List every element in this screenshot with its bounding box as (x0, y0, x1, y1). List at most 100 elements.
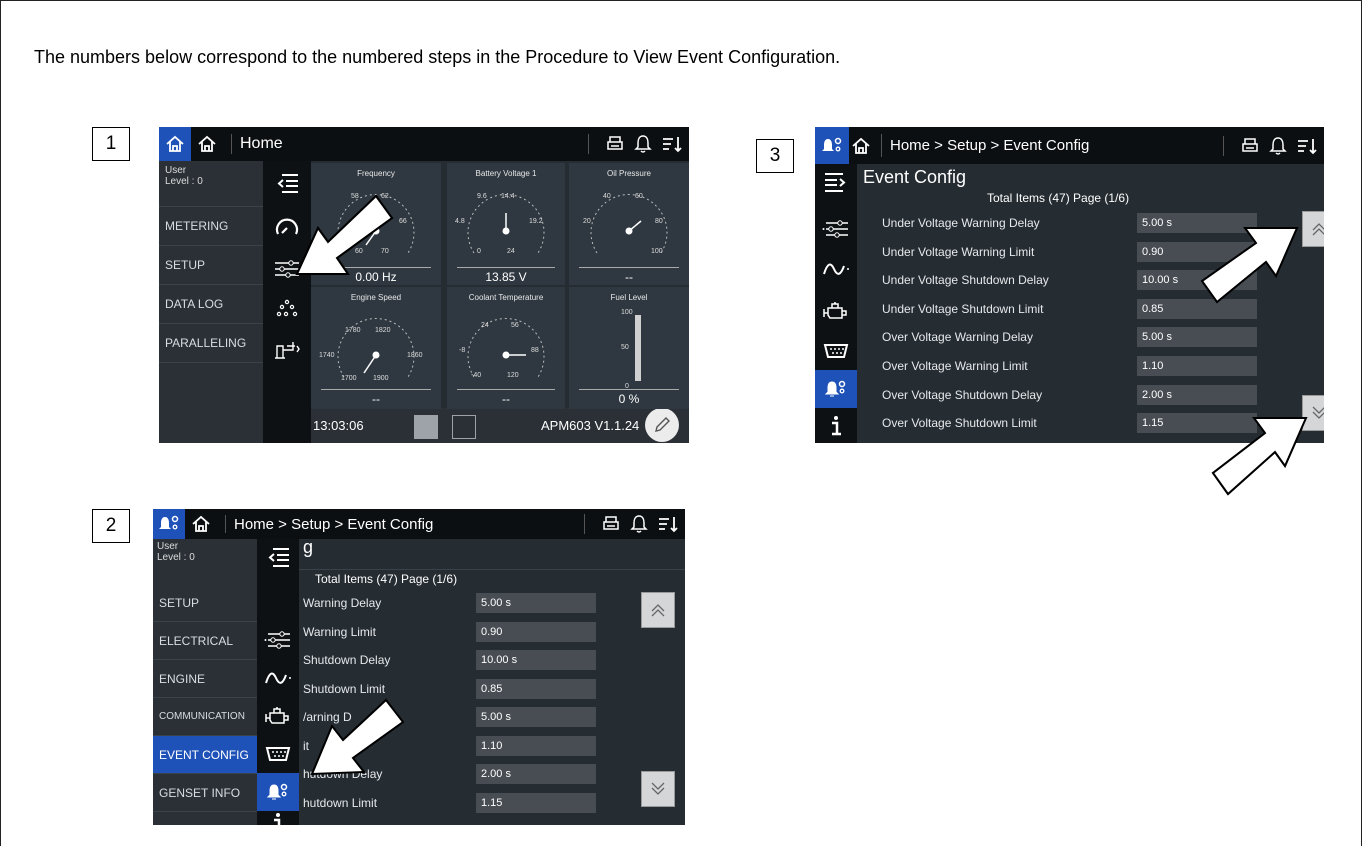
bell-icon[interactable] (629, 514, 649, 534)
divider (588, 134, 589, 154)
divider (231, 133, 232, 155)
engine-icon[interactable] (257, 697, 299, 735)
icon-column (815, 164, 857, 443)
menu-item-data-log[interactable]: DATA LOG (159, 285, 263, 324)
event-row-value[interactable]: 0.90 (1137, 241, 1257, 262)
side-menu: User Level : 0 SETUP ELECTRICAL ENGINE C… (153, 539, 257, 825)
printer-icon[interactable] (1240, 136, 1260, 156)
gauge-tick-label: 1860 (407, 352, 423, 359)
gauge-tick-label: 100 (651, 248, 663, 255)
event-row-value[interactable]: 5.00 s (1137, 327, 1257, 348)
menu-item-event-config[interactable]: EVENT CONFIG (153, 736, 257, 774)
home-icon[interactable] (185, 509, 217, 539)
info-icon[interactable] (257, 811, 299, 825)
menu-item-engine[interactable]: ENGINE (153, 660, 257, 698)
event-row-value[interactable]: 1.15 (476, 792, 596, 813)
menu-item-setup[interactable]: SETUP (159, 246, 263, 285)
engine-icon[interactable] (815, 292, 857, 330)
collapse-menu-icon[interactable] (263, 165, 311, 201)
home-icon-active[interactable] (159, 127, 191, 161)
gauge-oil-pressure[interactable]: Oil Pressure 40 60 20 80 100 -- (569, 163, 689, 285)
event-row-value[interactable]: 0.85 (1137, 298, 1257, 319)
communication-port-icon[interactable] (257, 735, 299, 773)
event-row-value[interactable]: 2.00 s (476, 764, 596, 784)
event-row-value[interactable]: 0.85 (476, 678, 596, 699)
electrical-wave-icon[interactable] (815, 250, 857, 288)
gauge-value: -- (457, 389, 555, 406)
setup-sliders-icon[interactable] (257, 621, 299, 659)
pencil-icon[interactable] (645, 408, 679, 442)
info-icon[interactable] (815, 410, 857, 442)
event-row-label: hutdown Delay (303, 767, 383, 781)
event-row-value[interactable]: 1.10 (476, 735, 596, 756)
gauge-title: Engine Speed (350, 293, 402, 302)
gauge-tick-label: 19.2 (529, 218, 543, 225)
gauge-engine-speed[interactable]: Engine Speed 1780 1820 1740 1860 1700 1900 -- (311, 287, 441, 409)
scroll-down-button[interactable] (641, 771, 675, 807)
paralleling-icon[interactable] (263, 329, 311, 369)
scroll-up-button[interactable] (641, 592, 675, 628)
home-icon[interactable] (849, 127, 873, 164)
gauge-tick-label: 70 (381, 248, 389, 255)
event-row-value[interactable]: 0.90 (476, 621, 596, 642)
event-row-label: Over Voltage Shutdown Delay (882, 387, 1043, 402)
printer-icon[interactable] (605, 134, 625, 154)
gauge-value: 13.85 V (457, 267, 555, 284)
sort-icon[interactable] (657, 514, 679, 534)
event-row-value[interactable]: 5.00 s (476, 707, 596, 727)
event-row-value[interactable]: 1.10 (1137, 356, 1257, 376)
step-number-3: 3 (756, 139, 794, 173)
page-heading-partial: g (303, 537, 314, 557)
scroll-up-button[interactable] (1302, 211, 1324, 247)
event-row-value[interactable]: 5.00 s (1137, 213, 1257, 233)
scroll-down-icon (651, 782, 665, 795)
divider (1223, 135, 1224, 156)
event-config-icon[interactable] (257, 773, 299, 811)
metering-gauge-icon[interactable] (263, 207, 311, 247)
level-bar-icon (635, 315, 641, 381)
event-row-label: /arning D (303, 710, 352, 724)
event-row-value[interactable]: 1.15 (1137, 413, 1257, 434)
setup-sliders-icon[interactable] (263, 249, 311, 289)
data-log-icon[interactable] (263, 289, 311, 329)
event-row-value[interactable]: 10.00 s (1137, 270, 1257, 291)
event-config-icon[interactable] (815, 370, 857, 408)
gauge-value: 0 % (579, 389, 679, 406)
step-number-2: 2 (92, 509, 130, 543)
gauge-fuel-level[interactable]: Fuel Level 100 50 0 0 % (569, 287, 689, 409)
breadcrumb: Home > Setup > Event Config (890, 137, 1090, 154)
event-row-value[interactable]: 5.00 s (476, 593, 596, 613)
event-row-value[interactable]: 2.00 s (1137, 384, 1257, 405)
sort-icon[interactable] (1296, 136, 1318, 156)
gauge-tick-label: -40 (471, 372, 482, 379)
menu-item-paralleling[interactable]: PARALLELING (159, 324, 263, 363)
scroll-down-button[interactable] (1302, 395, 1324, 431)
home-icon[interactable] (191, 127, 223, 161)
intro-text: The numbers below correspond to the numb… (34, 47, 841, 67)
menu-item-electrical[interactable]: ELECTRICAL (153, 622, 257, 660)
side-menu: User Level : 0 METERING SETUP DATA LOG P… (159, 161, 263, 443)
sort-icon[interactable] (661, 134, 683, 154)
expand-menu-icon[interactable] (815, 166, 857, 198)
page-title: Home (240, 135, 283, 152)
menu-item-setup[interactable]: SETUP (153, 584, 257, 622)
menu-item-communication[interactable]: COMMUNICATION (153, 698, 257, 736)
menu-item-genset-info[interactable]: GENSET INFO (153, 774, 257, 812)
collapse-menu-icon[interactable] (257, 541, 299, 573)
gauge-battery-voltage[interactable]: Battery Voltage 1 9.6 14.4 4.8 19.2 0 24 13.85 … (447, 163, 565, 285)
event-config-icon[interactable] (815, 127, 849, 164)
menu-item-metering[interactable]: METERING (159, 207, 263, 246)
divider (881, 134, 882, 157)
printer-icon[interactable] (601, 514, 621, 534)
event-row-value[interactable]: 10.00 s (476, 650, 596, 670)
electrical-wave-icon[interactable] (257, 659, 299, 697)
bell-icon[interactable] (1268, 136, 1288, 156)
event-config-icon[interactable] (153, 509, 185, 539)
bell-icon[interactable] (633, 134, 653, 154)
gauge-tick-label: 56 (511, 322, 519, 329)
setup-sliders-icon[interactable] (815, 210, 857, 248)
gauge-frequency[interactable]: Frequency 58 62 66 70 60 0.00 Hz (311, 163, 441, 285)
communication-port-icon[interactable] (815, 332, 857, 370)
gauge-value: -- (321, 389, 431, 406)
gauge-coolant-temperature[interactable]: Coolant Temperature 24 56 -8 88 -40 120 -- (447, 287, 565, 409)
